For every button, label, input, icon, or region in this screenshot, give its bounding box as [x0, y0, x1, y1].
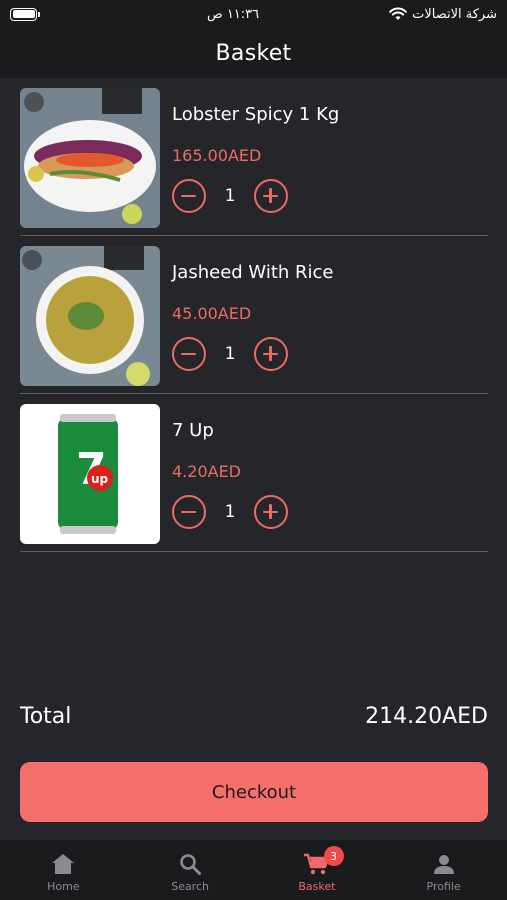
increase-quantity-button[interactable] — [254, 179, 288, 213]
status-right: شركة الاتصالات — [389, 7, 497, 22]
cart-count-badge: 3 — [323, 846, 344, 866]
tab-basket[interactable]: 3 Basket — [254, 840, 381, 900]
increase-quantity-button[interactable] — [254, 495, 288, 529]
total-row: Total 214.20AED — [20, 704, 488, 729]
tab-label: Profile — [426, 879, 461, 893]
home-icon — [52, 853, 75, 874]
page-title: Basket — [215, 40, 292, 66]
checkout-button[interactable]: Checkout — [20, 762, 488, 822]
tab-search[interactable]: Search — [127, 840, 254, 900]
tab-label: Search — [171, 879, 210, 893]
decrease-quantity-button[interactable] — [172, 495, 206, 529]
quantity-value: 1 — [224, 186, 236, 206]
item-name: Lobster Spicy 1 Kg — [172, 104, 340, 125]
battery-icon — [10, 7, 40, 21]
tab-label: Basket — [298, 879, 336, 893]
quantity-stepper: 1 — [172, 336, 288, 372]
profile-icon — [433, 854, 454, 874]
wifi-icon — [389, 7, 407, 20]
item-price: 45.00AED — [172, 304, 252, 323]
quantity-stepper: 1 — [172, 494, 288, 530]
decrease-quantity-button[interactable] — [172, 179, 206, 213]
quantity-value: 1 — [224, 502, 236, 522]
search-icon — [180, 853, 202, 875]
status-bar: ١١:٣٦ ص شركة الاتصالات — [0, 0, 507, 28]
item-price: 165.00AED — [172, 146, 262, 165]
quantity-value: 1 — [224, 344, 236, 364]
item-image-rice — [20, 246, 160, 386]
item-image-lobster — [20, 88, 160, 228]
quantity-stepper: 1 — [172, 178, 288, 214]
total-label: Total — [20, 704, 72, 729]
svg-text:up: up — [91, 472, 109, 486]
tab-label: Home — [47, 879, 80, 893]
bottom-tab-bar: Home Search 3 Basket Profile — [0, 840, 507, 900]
header: Basket — [0, 28, 507, 78]
item-image-7up: 7 up — [20, 404, 160, 544]
item-name: Jasheed With Rice — [172, 262, 334, 283]
basket-item: 7 up 7 Up 4.20AED 1 — [20, 394, 488, 552]
item-price: 4.20AED — [172, 462, 241, 481]
basket-item: Jasheed With Rice 45.00AED 1 — [20, 236, 488, 394]
item-name: 7 Up — [172, 420, 214, 441]
tab-profile[interactable]: Profile — [380, 840, 507, 900]
increase-quantity-button[interactable] — [254, 337, 288, 371]
tab-home[interactable]: Home — [0, 840, 127, 900]
carrier-name: شركة الاتصالات — [412, 6, 497, 22]
status-time: ١١:٣٦ ص — [206, 6, 260, 22]
basket-item: Lobster Spicy 1 Kg 165.00AED 1 — [20, 78, 488, 236]
decrease-quantity-button[interactable] — [172, 337, 206, 371]
total-value: 214.20AED — [365, 704, 488, 729]
